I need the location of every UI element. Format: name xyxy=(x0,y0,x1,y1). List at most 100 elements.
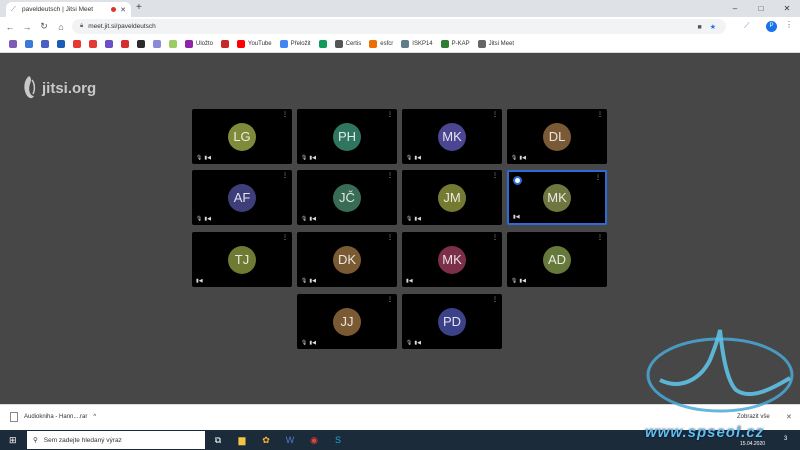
tile-menu-icon[interactable]: ⋮ xyxy=(387,297,393,303)
participant-avatar: MK xyxy=(438,122,466,151)
tile-menu-icon[interactable]: ⋮ xyxy=(387,235,393,241)
bookmark-item[interactable] xyxy=(316,40,330,48)
bookmark-item[interactable] xyxy=(102,40,116,48)
participant-tile[interactable]: MK ⋮ ▮◀ xyxy=(402,232,502,287)
extension-icon[interactable]: ⟋ xyxy=(744,21,750,31)
bookmark-item[interactable]: YouTube xyxy=(234,40,275,48)
bookmark-item[interactable]: Přeložit xyxy=(277,40,314,48)
bookmark-favicon-icon xyxy=(318,40,327,48)
windows-start-icon[interactable]: ⊞ xyxy=(9,435,17,446)
browser-toolbar: ← → ↻ ⌂ 🔒︎ meet.jit.si/paveldeutsch ■ ★ xyxy=(0,17,800,36)
tile-status-icons: 🎙︎ ▮◀ xyxy=(301,216,316,222)
file-explorer-icon[interactable]: ▆ xyxy=(234,432,250,448)
tile-menu-icon[interactable]: ⋮ xyxy=(492,112,498,118)
video-off-icon: ▮◀ xyxy=(196,278,203,284)
bookmark-item[interactable] xyxy=(166,40,180,48)
tile-menu-icon[interactable]: ⋮ xyxy=(595,175,601,181)
word-icon[interactable]: W xyxy=(282,432,298,448)
home-icon[interactable]: ⌂ xyxy=(54,22,68,32)
tile-menu-icon[interactable]: ⋮ xyxy=(387,173,393,179)
bookmark-item[interactable] xyxy=(70,40,84,48)
tile-menu-icon[interactable]: ⋮ xyxy=(282,112,288,118)
tile-menu-icon[interactable]: ⋮ xyxy=(282,173,288,179)
profile-avatar[interactable]: P xyxy=(766,21,777,32)
skype-icon[interactable]: S xyxy=(330,432,346,448)
participant-tile[interactable]: MK ⋮ ▮◀ xyxy=(507,170,607,225)
recording-indicator-icon xyxy=(111,7,117,12)
participant-tile[interactable]: DL ⋮ 🎙︎ ▮◀ xyxy=(507,109,607,164)
tile-menu-icon[interactable]: ⋮ xyxy=(492,173,498,179)
bookmark-item[interactable]: esfcr xyxy=(366,40,396,48)
browser-menu-icon[interactable]: ⋮ xyxy=(785,20,793,29)
participant-tile[interactable]: MK ⋮ 🎙︎ ▮◀ xyxy=(402,109,502,164)
participant-tile[interactable]: JM ⋮ 🎙︎ ▮◀ xyxy=(402,170,502,225)
logo-text: jitsi.org xyxy=(42,79,97,97)
mic-muted-icon: 🎙︎ xyxy=(406,340,413,346)
maximize-button[interactable]: □ xyxy=(748,0,774,17)
tile-menu-icon[interactable]: ⋮ xyxy=(492,297,498,303)
address-bar[interactable]: 🔒︎ meet.jit.si/paveldeutsch ■ ★ xyxy=(72,19,726,34)
bookmarks-bar: Uložto YouTube Přeložit Certis esfcr ISKP14 P-… xyxy=(0,36,800,53)
bookmark-favicon-icon xyxy=(121,40,129,48)
bookmark-item[interactable] xyxy=(38,40,52,48)
bookmark-item[interactable]: P-KAP xyxy=(438,40,473,48)
browser-tab[interactable]: ⟋ paveldeutsch | Jitsi Meet ✕ xyxy=(6,2,131,17)
bookmark-item[interactable] xyxy=(134,40,148,48)
reload-icon[interactable]: ↻ xyxy=(37,21,51,32)
participant-tile[interactable]: TJ ⋮ ▮◀ xyxy=(192,232,292,287)
app-icon[interactable]: ✿ xyxy=(258,432,274,448)
participant-tile[interactable]: LG ⋮ 🎙︎ ▮◀ xyxy=(192,109,292,164)
bookmark-item[interactable] xyxy=(6,40,20,48)
taskbar-date[interactable]: 15.04.2020 xyxy=(740,441,765,447)
tile-status-icons: ▮◀ xyxy=(513,214,520,220)
bookmark-favicon-icon xyxy=(169,40,177,48)
bookmark-favicon-icon xyxy=(105,40,113,48)
participant-tile[interactable]: AF ⋮ 🎙︎ ▮◀ xyxy=(192,170,292,225)
tile-menu-icon[interactable]: ⋮ xyxy=(492,235,498,241)
bookmark-item[interactable] xyxy=(86,40,100,48)
participant-tile[interactable]: PD ⋮ 🎙︎ ▮◀ xyxy=(402,294,502,349)
mic-muted-icon: 🎙︎ xyxy=(301,278,308,284)
bookmark-item[interactable]: Uložto xyxy=(182,40,216,48)
bookmark-label: Přeložit xyxy=(290,41,311,47)
close-window-button[interactable]: ✕ xyxy=(774,0,800,17)
bookmark-item[interactable]: Jitsi Meet xyxy=(475,40,517,48)
bookmark-item[interactable] xyxy=(218,40,232,48)
bookmark-item[interactable] xyxy=(118,40,132,48)
video-off-icon: ▮◀ xyxy=(309,340,316,346)
participant-tile[interactable]: AD ⋮ 🎙︎ ▮◀ xyxy=(507,232,607,287)
forward-arrow-icon[interactable]: → xyxy=(20,22,34,32)
tile-menu-icon[interactable]: ⋮ xyxy=(282,235,288,241)
notification-count[interactable]: 3 xyxy=(784,436,787,442)
jitsi-logo[interactable]: jitsi.org xyxy=(20,74,96,102)
participant-tile[interactable]: DK ⋮ 🎙︎ ▮◀ xyxy=(297,232,397,287)
bookmark-star-icon[interactable]: ★ xyxy=(710,23,716,31)
tile-menu-icon[interactable]: ⋮ xyxy=(387,112,393,118)
minimize-button[interactable]: – xyxy=(722,0,748,17)
participant-tile[interactable]: JJ ⋮ 🎙︎ ▮◀ xyxy=(297,294,397,349)
video-off-icon: ▮◀ xyxy=(414,155,421,161)
tile-menu-icon[interactable]: ⋮ xyxy=(597,235,603,241)
taskbar-search[interactable]: ⚲ Sem zadejte hledaný výraz xyxy=(27,431,205,449)
download-item[interactable]: Audiokniha - Hann....rar ^ xyxy=(10,412,96,422)
bookmark-label: P-KAP xyxy=(451,41,470,47)
participant-tile[interactable]: PH ⋮ 🎙︎ ▮◀ xyxy=(297,109,397,164)
bookmark-favicon-icon xyxy=(25,40,33,48)
tile-menu-icon[interactable]: ⋮ xyxy=(597,112,603,118)
chrome-icon[interactable]: ◉ xyxy=(306,432,322,448)
bookmark-favicon-icon xyxy=(73,40,81,48)
bookmark-item[interactable]: ISKP14 xyxy=(398,40,435,48)
task-view-icon[interactable]: ⧉ xyxy=(210,432,226,448)
chevron-up-icon[interactable]: ^ xyxy=(93,414,96,420)
bookmark-item[interactable] xyxy=(54,40,68,48)
tab-close-icon[interactable]: ✕ xyxy=(120,6,126,14)
participant-tile[interactable]: JČ ⋮ 🎙︎ ▮◀ xyxy=(297,170,397,225)
bookmark-item[interactable] xyxy=(22,40,36,48)
back-arrow-icon[interactable]: ← xyxy=(3,22,17,32)
screen: ⟋ paveldeutsch | Jitsi Meet ✕ + – □ ✕ ← … xyxy=(0,0,800,450)
mic-muted-icon: 🎙︎ xyxy=(301,155,308,161)
bookmark-item[interactable]: Certis xyxy=(332,40,365,48)
new-tab-button[interactable]: + xyxy=(136,2,142,14)
camera-permission-icon[interactable]: ■ xyxy=(697,24,701,31)
bookmark-item[interactable] xyxy=(150,40,164,48)
